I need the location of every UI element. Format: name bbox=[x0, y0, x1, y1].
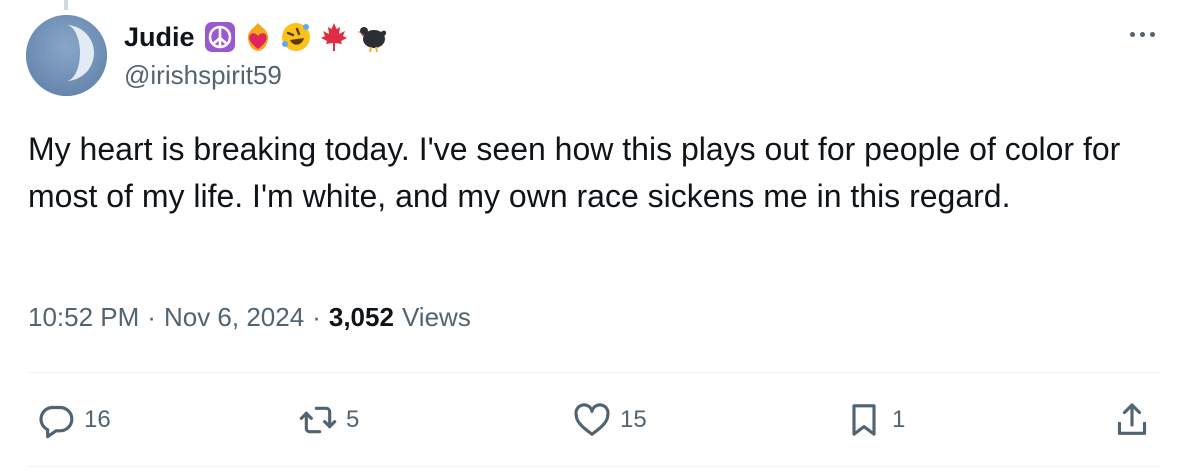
bookmark-button[interactable]: 1 bbox=[844, 398, 905, 442]
like-button[interactable]: 15 bbox=[572, 398, 647, 442]
more-options-icon[interactable] bbox=[1122, 24, 1162, 44]
retweet-icon bbox=[298, 400, 338, 440]
author-display-name[interactable]: Judie bbox=[124, 22, 195, 53]
reply-button[interactable]: 16 bbox=[36, 398, 111, 442]
tweet-meta: 10:52 PM · Nov 6, 2024 · 3,052 Views bbox=[28, 302, 471, 333]
retweet-button[interactable]: 5 bbox=[298, 398, 359, 442]
like-count: 15 bbox=[620, 406, 647, 433]
peace-symbol-icon bbox=[203, 20, 237, 54]
heart-on-fire-icon bbox=[241, 20, 275, 54]
avatar[interactable] bbox=[26, 15, 107, 96]
action-bar: 16 5 15 1 bbox=[36, 398, 1160, 442]
heart-icon bbox=[572, 400, 612, 440]
bookmark-count: 1 bbox=[892, 406, 906, 433]
views-count: 3,052 bbox=[328, 302, 394, 332]
share-button[interactable] bbox=[1112, 398, 1152, 442]
name-emoji-list bbox=[203, 20, 389, 54]
bookmark-icon bbox=[844, 400, 884, 440]
retweet-count: 5 bbox=[346, 406, 360, 433]
author-handle[interactable]: @irishspirit59 bbox=[124, 60, 282, 91]
thread-connector-line bbox=[64, 0, 68, 10]
share-icon bbox=[1112, 400, 1152, 440]
maple-leaf-icon bbox=[317, 20, 351, 54]
turkey-icon bbox=[355, 20, 389, 54]
tweet-time[interactable]: 10:52 PM bbox=[28, 302, 139, 333]
views-label: Views bbox=[401, 302, 471, 332]
tweet-text: My heart is breaking today. I've seen ho… bbox=[28, 131, 1121, 214]
tweet-date[interactable]: Nov 6, 2024 bbox=[164, 302, 304, 333]
actions-divider-bottom bbox=[28, 466, 1160, 467]
actions-divider-top bbox=[28, 372, 1160, 373]
meta-separator: · bbox=[312, 302, 321, 332]
meta-separator: · bbox=[147, 302, 156, 332]
author-name-row: Judie bbox=[124, 17, 389, 57]
reply-count: 16 bbox=[84, 406, 111, 433]
moon-avatar-image bbox=[26, 15, 107, 96]
rolling-laughing-face-icon bbox=[279, 20, 313, 54]
reply-icon bbox=[36, 400, 76, 440]
